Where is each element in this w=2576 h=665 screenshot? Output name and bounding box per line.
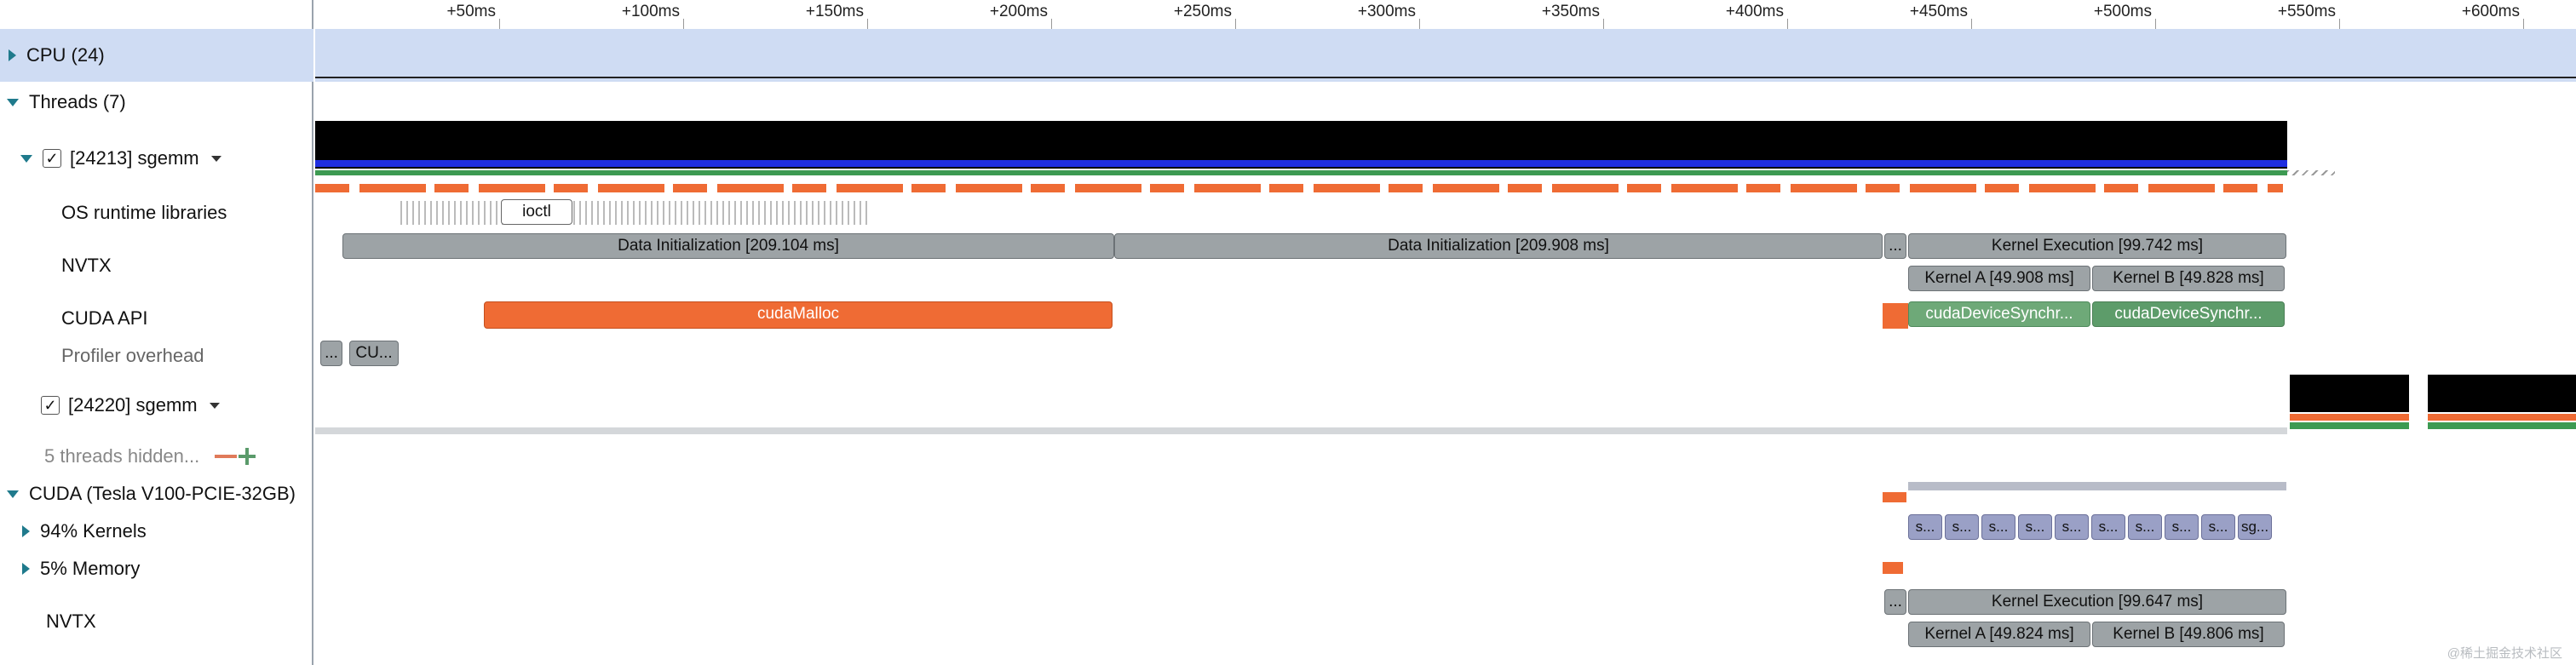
ruler-tick-label: +550ms [2277,3,2336,20]
nvtx-gpu-label: NVTX [46,611,96,632]
row-cuda-device[interactable]: CUDA (Tesla V100-PCIE-32GB) [0,479,313,509]
time-ruler[interactable]: 0s +50ms+100ms+150ms+200ms+250ms+300ms+3… [315,0,2576,30]
expand-arrow-icon[interactable] [22,525,30,537]
row-os-runtime[interactable]: OS runtime libraries [0,198,313,228]
minus-icon[interactable] [215,455,238,458]
thread-visibility-checkbox[interactable]: ✓ [41,396,60,415]
collapse-arrow-icon[interactable] [20,154,32,163]
kernels-track[interactable]: s... s... s... s... s... s... s... s... s... sg..… [315,514,2576,545]
thread-24220-label: [24220] sgemm [68,394,198,416]
row-kernels[interactable]: 94% Kernels [0,516,313,547]
kernel-launch[interactable]: s... [2091,514,2125,540]
profiler-overhead-track[interactable]: ... CU... [315,341,2576,371]
gpu-nvtx-track[interactable]: ... Kernel Execution [99.647 ms] Kernel … [315,589,2576,661]
cuda-api-track[interactable]: cudaMalloc cudaDeviceSynchr... cudaDevic… [315,301,2576,332]
overhead-item-1[interactable]: ... [320,341,342,366]
memory-track[interactable] [315,553,2576,584]
thread-menu-dropdown-icon[interactable] [209,402,220,409]
kernel-launch[interactable]: s... [2055,514,2089,540]
ruler-tick-label: +250ms [1173,3,1232,20]
nsight-systems-timeline: CPU (24) Threads (7) ✓ [24213] sgemm OS … [0,0,2576,665]
ruler-tick-label: +50ms [446,3,496,20]
row-thread-24220[interactable]: ✓ [24220] sgemm [0,388,313,422]
row-cpu[interactable]: CPU (24) [0,29,313,82]
expand-arrow-icon[interactable] [9,49,16,61]
kernel-execution-range-2[interactable]: Kernel Execution [99.647 ms] [1908,589,2286,615]
ruler-tick-label: +400ms [1725,3,1784,20]
thread-24213-activity[interactable] [315,118,2576,194]
row-profiler-overhead[interactable]: Profiler overhead [0,341,313,371]
kernel-b-range-1[interactable]: Kernel B [49.828 ms] [2092,266,2285,291]
thread-24213-label: [24213] sgemm [70,147,199,169]
row-nvtx-gpu[interactable]: NVTX [0,606,313,637]
os-runtime-label: OS runtime libraries [61,202,227,223]
row-memory[interactable]: 5% Memory [0,553,313,584]
thread-visibility-checkbox[interactable]: ✓ [43,149,61,168]
cuda-device-label: CUDA (Tesla V100-PCIE-32GB) [29,483,296,504]
profiler-overhead-label: Profiler overhead [61,345,204,366]
row-hidden-threads[interactable]: 5 threads hidden... [0,441,313,472]
row-cpu-label: CPU (24) [26,44,105,66]
kernel-launch[interactable]: s... [2128,514,2162,540]
row-cuda-api[interactable]: CUDA API [0,303,313,334]
ruler-tick-label: +450ms [1909,3,1968,20]
kernel-execution-range-1[interactable]: Kernel Execution [99.742 ms] [1908,233,2286,259]
kernel-launch[interactable]: sg... [2238,514,2272,540]
thread-24220-activity[interactable] [315,375,2576,439]
cuda-api-label: CUDA API [61,307,148,329]
kernel-a-range-1[interactable]: Kernel A [49.908 ms] [1908,266,2090,291]
overhead-item-2[interactable]: CU... [349,341,399,366]
ruler-tick-label: +150ms [805,3,864,20]
os-runtime-track[interactable]: ioctl [315,198,2576,228]
nvtx-label: NVTX [61,255,112,276]
collapse-arrow-icon[interactable] [7,490,19,498]
collapse-arrow-icon[interactable] [7,98,19,106]
cuda-malloc-call[interactable]: cudaMalloc [484,301,1113,329]
row-threads[interactable]: Threads (7) [0,87,313,118]
timeline-area[interactable]: 0s +50ms+100ms+150ms+200ms+250ms+300ms+3… [315,0,2576,665]
ruler-tick-label: +500ms [2093,3,2152,20]
watermark: @稀土掘金技术社区 [2447,646,2562,661]
cuda-device-summary-track[interactable] [315,479,2576,509]
ruler-tick-label: +300ms [1357,3,1416,20]
timeline-row-tree: CPU (24) Threads (7) ✓ [24213] sgemm OS … [0,0,313,665]
row-thread-24213[interactable]: ✓ [24213] sgemm [0,141,313,175]
data-initialization-range-2[interactable]: Data Initialization [209.908 ms] [1114,233,1883,259]
plus-icon[interactable] [239,448,256,465]
ioctl-call[interactable]: ioctl [501,199,572,225]
kernel-launch[interactable]: s... [1945,514,1979,540]
kernel-launch[interactable]: s... [2018,514,2052,540]
ruler-tick-label: +100ms [621,3,680,20]
kernel-b-range-2[interactable]: Kernel B [49.806 ms] [2092,622,2285,647]
cuda-device-synchronize-1[interactable]: cudaDeviceSynchr... [1908,301,2090,327]
kernels-label: 94% Kernels [40,520,147,542]
cuda-device-synchronize-2[interactable]: cudaDeviceSynchr... [2092,301,2285,327]
kernel-a-range-2[interactable]: Kernel A [49.824 ms] [1908,622,2090,647]
kernel-launch[interactable]: s... [2201,514,2235,540]
row-threads-label: Threads (7) [29,91,126,112]
ruler-tick-label: +350ms [1541,3,1600,20]
kernel-launch[interactable]: s... [1908,514,1942,540]
cpu-usage-band[interactable] [315,29,2576,82]
nvtx-track[interactable]: Data Initialization [209.104 ms] Data In… [315,233,2576,296]
nvtx-small-range[interactable]: ... [1884,233,1906,259]
row-nvtx[interactable]: NVTX [0,250,313,281]
thread-menu-dropdown-icon[interactable] [210,155,221,162]
gpu-nvtx-small-range[interactable]: ... [1884,589,1906,615]
expand-arrow-icon[interactable] [22,563,30,575]
ruler-tick-label: +600ms [2461,3,2520,20]
kernel-launch[interactable]: s... [1981,514,2015,540]
hidden-threads-label: 5 threads hidden... [44,445,200,467]
kernel-launch[interactable]: s... [2165,514,2199,540]
ruler-tick-label: +200ms [989,3,1048,20]
data-initialization-range-1[interactable]: Data Initialization [209.104 ms] [342,233,1114,259]
memory-label: 5% Memory [40,558,141,579]
